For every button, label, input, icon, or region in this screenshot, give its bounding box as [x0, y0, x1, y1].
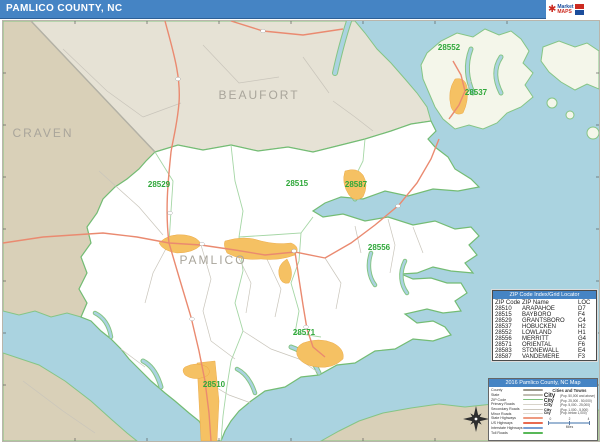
city-pop-range: (Pop. below 1,000)	[560, 411, 587, 415]
county-label-craven: CRAVEN	[12, 126, 73, 140]
zip-name-cell: VANDEMERE	[522, 354, 578, 360]
logo-star-icon: ✱	[548, 5, 556, 15]
zip-label-28510: 28510	[203, 380, 226, 389]
legend-line-label: Minor Roads	[491, 412, 523, 416]
county-label-beaufort: BEAUFORT	[218, 88, 299, 102]
islet	[566, 111, 574, 119]
loc-cell: F3	[578, 354, 594, 360]
legend-line-swatch	[523, 404, 543, 406]
legend-line-swatch	[523, 399, 543, 401]
legend-line-label: Interstate Highways	[491, 426, 523, 430]
legend-line-label: Secondary Roads	[491, 407, 523, 411]
title-bar: PAMLICO COUNTY, NC	[0, 0, 546, 19]
legend-city-items: City(Pop. 50,000 and above)City(Pop. 25,…	[544, 393, 595, 416]
zip-label-28571: 28571	[293, 328, 316, 337]
legend-line-swatch	[523, 432, 543, 434]
islet	[587, 127, 599, 139]
zip-code-cell: 28587	[495, 354, 522, 360]
logo-word-2: MAPS	[557, 10, 573, 15]
legend-line-items: CountyStateZIP CodePrimary RoadsSecondar…	[491, 388, 544, 435]
city-pop-range: (Pop. 50,000 and above)	[560, 394, 595, 398]
map-legend: 2016 Pamlico County, NC Map CountyStateZ…	[488, 378, 598, 441]
zip-label-28587: 28587	[345, 180, 368, 189]
legend-line-label: ZIP Code	[491, 398, 523, 402]
zip-table-rows: 28510ARAPAHOED728515BAYBOROF428529GRANTS…	[493, 306, 596, 360]
zip-index-table: ZIP Code Index/Grid Locator ZIP Code ZIP…	[492, 290, 597, 361]
legend-line-label: US Highways	[491, 421, 523, 425]
legend-line-swatch	[523, 427, 543, 430]
zip-label-28529: 28529	[148, 180, 171, 189]
zip-label-28556: 28556	[368, 243, 391, 252]
scale-label: Miles	[544, 425, 595, 429]
legend-line-swatch	[523, 389, 543, 391]
zip-label-28515: 28515	[286, 179, 309, 188]
legend-line-swatch	[523, 413, 543, 414]
legend-line-label: Toll Roads	[491, 431, 523, 435]
map-page: PAMLICO COUNTY, NC ✱ Market MAPS	[0, 0, 600, 442]
legend-line-label: Primary Roads	[491, 402, 523, 406]
logo-blocks	[575, 4, 584, 15]
zip-label-28537: 28537	[465, 88, 488, 97]
legend-line-swatch	[523, 422, 543, 424]
legend-title: 2016 Pamlico County, NC Map	[489, 379, 597, 387]
zip-table-header: ZIP Code ZIP Name LOC	[493, 299, 596, 306]
marketmaps-logo: ✱ Market MAPS	[548, 1, 598, 18]
zip-table-title: ZIP Code Index/Grid Locator	[493, 291, 596, 299]
legend-line-item: Toll Roads	[491, 430, 544, 435]
legend-line-swatch	[523, 417, 543, 419]
legend-city-item: City(Pop. below 1,000)	[544, 411, 595, 416]
page-title: PAMLICO COUNTY, NC	[6, 3, 122, 14]
zip-table-row: 28587VANDEMEREF3	[493, 354, 596, 360]
county-label-pamlico: PAMLICO	[179, 253, 246, 267]
zip-label-28552: 28552	[438, 43, 461, 52]
islet	[547, 98, 557, 108]
city-pop-range: (Pop. 25,000 - 50,000)	[560, 399, 592, 403]
city-size-label: City	[544, 411, 560, 415]
legend-line-label: State Highways	[491, 416, 523, 420]
legend-line-swatch	[523, 409, 543, 410]
scale-bar: 024 Miles	[544, 418, 595, 430]
legend-line-swatch	[523, 394, 543, 396]
legend-line-label: State	[491, 393, 523, 397]
city-pop-range: (Pop. 5,000 - 25,000)	[560, 403, 590, 407]
legend-line-label: County	[491, 388, 523, 392]
